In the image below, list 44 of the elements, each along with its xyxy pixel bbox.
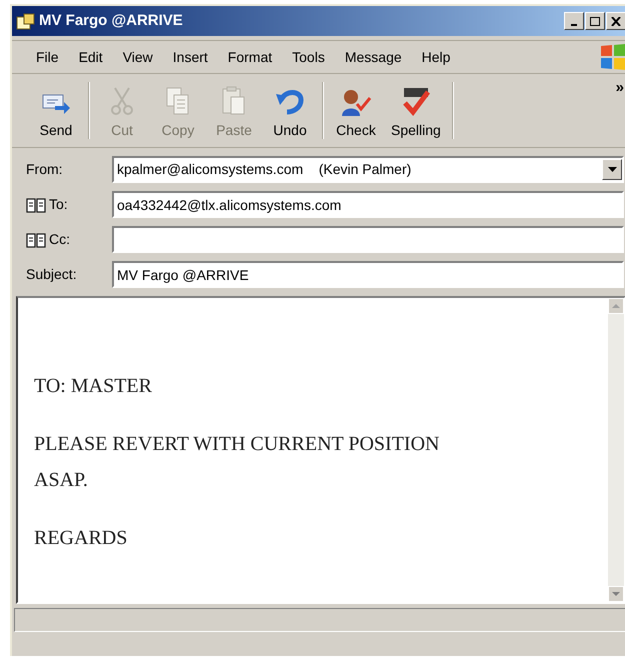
menu-item[interactable]: Help (412, 46, 460, 68)
toolbar-overflow-button[interactable]: » (616, 80, 624, 141)
input-field[interactable]: MV Fargo @ARRIVE (112, 261, 624, 288)
menu-item[interactable]: File (26, 46, 69, 68)
input-field[interactable] (112, 226, 624, 253)
toolbar-button[interactable]: Send (28, 80, 84, 141)
minimize-icon (571, 24, 577, 26)
toolbar-button[interactable]: Spelling (384, 80, 448, 141)
field-label: From: (26, 160, 63, 179)
menu-item[interactable]: Message (334, 46, 412, 68)
message-text: REGARDS (34, 526, 128, 551)
menu-item[interactable]: View (112, 46, 163, 68)
field-label: To: (49, 195, 68, 214)
undo-arrow-icon (275, 88, 305, 116)
menu-item[interactable]: Format (218, 46, 282, 68)
close-button[interactable] (606, 12, 625, 30)
message-text: PLEASE REVERT WITH CURRENT POSITION ASAP. (34, 432, 440, 493)
menu-item[interactable]: Tools (282, 46, 335, 68)
documents-icon (165, 86, 191, 116)
menu-item[interactable]: Edit (68, 46, 113, 68)
address-book-icon[interactable] (26, 232, 46, 248)
menu-item[interactable]: Insert (162, 46, 218, 68)
minimize-button[interactable] (564, 12, 584, 30)
toolbar-button[interactable]: Check (328, 80, 384, 141)
dropdown-arrow-icon (608, 167, 616, 172)
person-checkmark-icon (340, 88, 372, 116)
message-text: TO: MASTER (34, 374, 153, 399)
maximize-button[interactable] (585, 12, 605, 30)
windows-logo-icon (598, 42, 625, 72)
field-label: Subject: (26, 265, 77, 284)
input-field[interactable]: oa4332442@tlx.alicomsystems.com (112, 191, 624, 218)
toolbar-button[interactable]: Undo (262, 80, 318, 141)
from-dropdown[interactable]: kpalmer@alicomsystems.com (Kevin Palmer) (112, 156, 624, 183)
field-label: Cc: (49, 230, 70, 249)
window-title: MV Fargo @ARRIVE (39, 10, 183, 31)
scroll-down-icon (612, 592, 620, 596)
scrollbar[interactable] (608, 298, 624, 602)
maximize-icon (590, 16, 600, 26)
address-book-icon[interactable] (26, 196, 46, 212)
scissors-icon (110, 86, 134, 116)
close-icon (611, 16, 621, 26)
message-body[interactable]: TO: MASTER PLEASE REVERT WITH CURRENT POSITION ASAP. REGARDS (16, 296, 625, 604)
clipboard-icon (221, 86, 247, 116)
scroll-up-icon (612, 304, 620, 308)
